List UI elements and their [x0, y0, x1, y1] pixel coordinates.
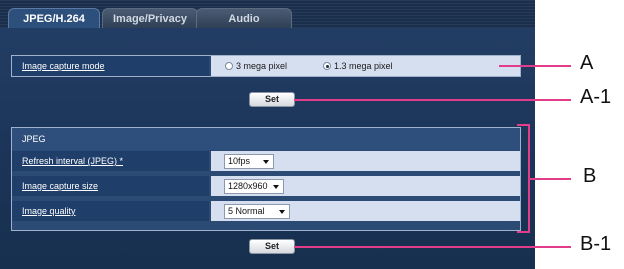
capture-size-cell: 1280x960 [211, 176, 520, 196]
tab-audio[interactable]: Audio [196, 8, 292, 28]
callout-line-b1 [294, 246, 571, 248]
capture-mode-row: Image capture mode 3 mega pixel 1.3 mega… [12, 56, 520, 76]
jpeg-section-box: JPEG Refresh interval (JPEG) * 10fps Ima… [11, 127, 521, 231]
chevron-down-icon [279, 210, 285, 214]
callout-line-b [530, 178, 571, 180]
refresh-interval-select[interactable]: 10fps [224, 154, 274, 169]
callout-label-a: A [580, 52, 594, 74]
capture-set-button[interactable]: Set [249, 92, 295, 107]
radio-1-3mp-label: 1.3 mega pixel [334, 61, 393, 71]
refresh-interval-row: Refresh interval (JPEG) * 10fps [12, 151, 520, 171]
tab-jpeg-h264[interactable]: JPEG/H.264 [8, 8, 100, 28]
callout-line-a1 [294, 99, 571, 101]
radio-1-3mp[interactable] [323, 62, 331, 70]
jpeg-section-title: JPEG [12, 128, 520, 150]
image-quality-label[interactable]: Image quality [12, 201, 209, 221]
settings-panel: JPEG/H.264 Image/Privacy Audio Image cap… [0, 0, 535, 269]
callout-label-a1: A-1 [580, 86, 612, 108]
callout-line-a [499, 65, 571, 67]
capture-size-label[interactable]: Image capture size [12, 176, 209, 196]
refresh-interval-cell: 10fps [211, 151, 520, 171]
capture-mode-box: Image capture mode 3 mega pixel 1.3 mega… [11, 55, 521, 77]
refresh-interval-value: 10fps [228, 156, 251, 166]
image-quality-row: Image quality 5 Normal [12, 201, 520, 221]
radio-3mp-label: 3 mega pixel [236, 61, 288, 71]
image-quality-select[interactable]: 5 Normal [224, 204, 290, 219]
capture-mode-options: 3 mega pixel 1.3 mega pixel [211, 56, 520, 76]
jpeg-set-button[interactable]: Set [249, 239, 295, 254]
radio-3mp[interactable] [225, 62, 233, 70]
chevron-down-icon [273, 185, 279, 189]
callout-label-b1: B-1 [580, 233, 612, 255]
callout-bracket-b [517, 124, 530, 233]
image-quality-value: 5 Normal [228, 206, 265, 216]
chevron-down-icon [263, 160, 269, 164]
capture-size-select[interactable]: 1280x960 [224, 179, 284, 194]
capture-size-value: 1280x960 [228, 181, 268, 191]
capture-mode-label[interactable]: Image capture mode [12, 56, 209, 76]
tab-image-privacy[interactable]: Image/Privacy [102, 8, 198, 28]
refresh-interval-label[interactable]: Refresh interval (JPEG) * [12, 151, 209, 171]
capture-size-row: Image capture size 1280x960 [12, 176, 520, 196]
callout-label-b: B [583, 165, 597, 187]
image-quality-cell: 5 Normal [211, 201, 520, 221]
